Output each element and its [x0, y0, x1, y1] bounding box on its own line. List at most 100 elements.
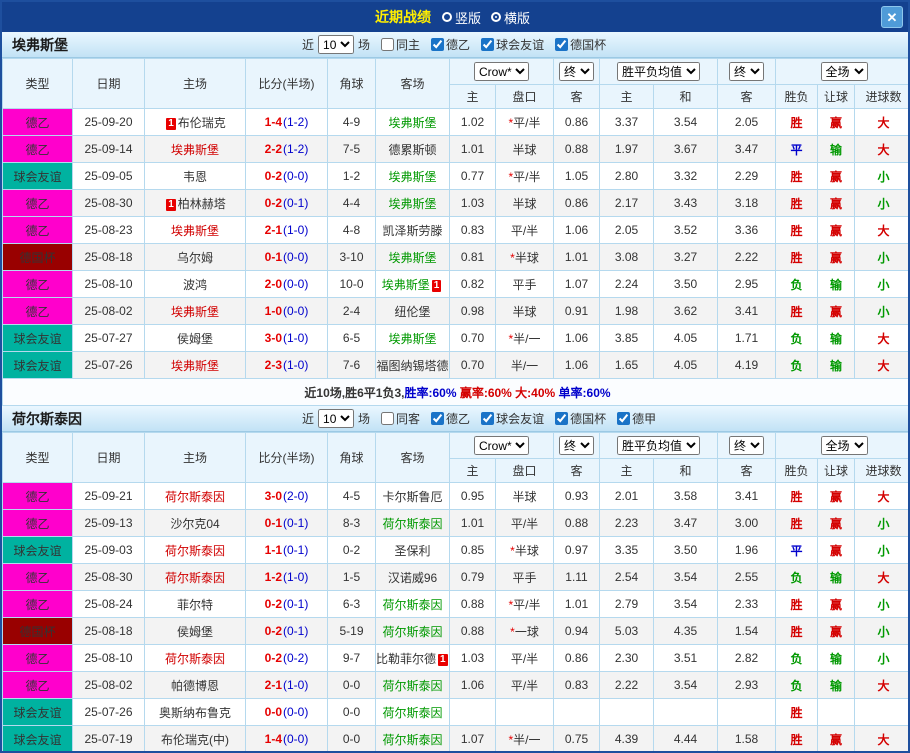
match-date: 25-08-18 [72, 617, 145, 645]
team-link[interactable]: 侯姆堡 [177, 625, 213, 639]
filter-德甲[interactable]: 德甲 [617, 410, 656, 427]
red-card-badge: 1 [438, 653, 448, 666]
handicap-line: 平/半 [495, 216, 554, 244]
team-link[interactable]: 菲尔特 [177, 598, 213, 612]
filter-德乙[interactable]: 德乙 [431, 36, 470, 53]
filter-checkbox[interactable] [481, 412, 495, 425]
halftime-score: (0-1) [283, 516, 309, 530]
team-link[interactable]: 埃弗斯堡 [388, 197, 436, 211]
filter-checkbox[interactable] [555, 38, 569, 51]
league-badge: 德乙 [2, 108, 73, 136]
avg-home-odds: 3.85 [599, 324, 654, 352]
handicap-away-odds: 0.88 [553, 509, 600, 537]
team-link[interactable]: 卡尔斯鲁厄 [382, 490, 442, 504]
europe-close-select[interactable]: 终 [729, 62, 764, 81]
team-link[interactable]: 汉诺威96 [388, 571, 437, 585]
team-link[interactable]: 圣保利 [394, 544, 430, 558]
avg-odds-select[interactable]: 胜平负均值 [617, 62, 700, 81]
filter-德国杯[interactable]: 德国杯 [555, 36, 606, 53]
filter-德国杯[interactable]: 德国杯 [555, 410, 606, 427]
scope-select[interactable]: 全场 [820, 62, 868, 81]
filter-checkbox[interactable] [431, 38, 445, 51]
team-link[interactable]: 荷尔斯泰因 [165, 652, 225, 666]
column-header: 日期 [72, 58, 145, 109]
result-goals: 小 [854, 297, 908, 325]
away-team-cell: 埃弗斯堡 [375, 243, 450, 271]
avg-away-odds: 3.47 [717, 135, 776, 163]
filter-checkbox[interactable] [431, 412, 445, 425]
team-link[interactable]: 埃弗斯堡 [388, 116, 436, 130]
filter-球会友谊[interactable]: 球会友谊 [481, 36, 544, 53]
team-link[interactable]: 德累斯顿 [388, 143, 436, 157]
result-handicap: 赢 [817, 725, 855, 751]
away-team-cell: 埃弗斯堡 [375, 189, 450, 217]
handicap-away-odds: 1.01 [553, 590, 600, 618]
match-count-select[interactable]: 10 [318, 409, 355, 428]
team-link[interactable]: 帕德博恩 [171, 679, 219, 693]
team-link[interactable]: 荷尔斯泰因 [382, 733, 442, 747]
team-link[interactable]: 埃弗斯堡 [171, 305, 219, 319]
avg-home-odds: 3.08 [599, 243, 654, 271]
avg-draw-odds: 3.52 [653, 216, 718, 244]
close-button[interactable]: ✕ [881, 6, 903, 28]
team-link[interactable]: 波鸿 [183, 278, 207, 292]
team-link[interactable]: 乌尔姆 [177, 251, 213, 265]
odds-company-select[interactable]: Crow* [474, 436, 529, 455]
filter-同主[interactable]: 同主 [381, 36, 420, 53]
team-link[interactable]: 埃弗斯堡 [382, 278, 430, 292]
match-count-select[interactable]: 10 [318, 35, 355, 54]
filter-同客[interactable]: 同客 [381, 410, 420, 427]
corners-cell: 1-5 [327, 563, 376, 591]
near-label: 近 [302, 38, 315, 52]
team-link[interactable]: 奥斯纳布鲁克 [159, 706, 231, 720]
avg-draw-odds: 3.32 [653, 162, 718, 190]
away-team-cell: 纽伦堡 [375, 297, 450, 325]
avg-odds-select[interactable]: 胜平负均值 [617, 436, 700, 455]
europe-close-select[interactable]: 终 [729, 436, 764, 455]
team-link[interactable]: 荷尔斯泰因 [382, 706, 442, 720]
team-link[interactable]: 沙尔克04 [170, 517, 219, 531]
filter-球会友谊[interactable]: 球会友谊 [481, 410, 544, 427]
team-link[interactable]: 荷尔斯泰因 [165, 571, 225, 585]
team-link[interactable]: 纽伦堡 [394, 305, 430, 319]
team-link[interactable]: 埃弗斯堡 [171, 359, 219, 373]
team-link[interactable]: 荷尔斯泰因 [382, 679, 442, 693]
filter-checkbox[interactable] [555, 412, 569, 425]
team-link[interactable]: 荷尔斯泰因 [382, 625, 442, 639]
team-link[interactable]: 荷尔斯泰因 [382, 517, 442, 531]
filter-德乙[interactable]: 德乙 [431, 410, 470, 427]
match-row: 球会友谊 25-07-26 奥斯纳布鲁克 0-0(0-0) 0-0 荷尔斯泰因胜 [2, 698, 908, 726]
filter-checkbox[interactable] [617, 412, 631, 425]
team-link[interactable]: 埃弗斯堡 [388, 251, 436, 265]
team-link[interactable]: 韦恩 [183, 170, 207, 184]
corners-cell: 4-8 [327, 216, 376, 244]
avg-away-odds: 1.71 [717, 324, 776, 352]
handicap-close-select[interactable]: 终 [559, 62, 594, 81]
sub-column-header: 让球 [817, 458, 855, 483]
team-link[interactable]: 比勒菲尔德 [377, 652, 437, 666]
team-link[interactable]: 凯泽斯劳滕 [382, 224, 442, 238]
odds-company-select[interactable]: Crow* [474, 62, 529, 81]
league-badge: 球会友谊 [2, 698, 73, 726]
team-link[interactable]: 荷尔斯泰因 [382, 598, 442, 612]
filter-checkbox[interactable] [381, 38, 395, 51]
team-link[interactable]: 埃弗斯堡 [171, 224, 219, 238]
team-link[interactable]: 埃弗斯堡 [171, 143, 219, 157]
handicap-close-select[interactable]: 终 [559, 436, 594, 455]
layout-option-横版[interactable]: 横版 [491, 8, 530, 27]
team-link[interactable]: 埃弗斯堡 [388, 170, 436, 184]
filter-checkbox[interactable] [381, 412, 395, 425]
layout-option-竖版[interactable]: 竖版 [441, 8, 481, 27]
filter-checkbox[interactable] [481, 38, 495, 51]
corners-cell: 1-2 [327, 162, 376, 190]
scope-select[interactable]: 全场 [820, 436, 868, 455]
team-link[interactable]: 布伦瑞克 [178, 116, 226, 130]
team-link[interactable]: 柏林赫塔 [178, 197, 226, 211]
team-link[interactable]: 埃弗斯堡 [388, 332, 436, 346]
result-handicap: 输 [817, 270, 855, 298]
team-link[interactable]: 荷尔斯泰因 [165, 490, 225, 504]
team-link[interactable]: 布伦瑞克(中) [161, 733, 229, 747]
team-link[interactable]: 福图纳锡塔德 [377, 359, 449, 373]
team-link[interactable]: 荷尔斯泰因 [165, 544, 225, 558]
team-link[interactable]: 侯姆堡 [177, 332, 213, 346]
